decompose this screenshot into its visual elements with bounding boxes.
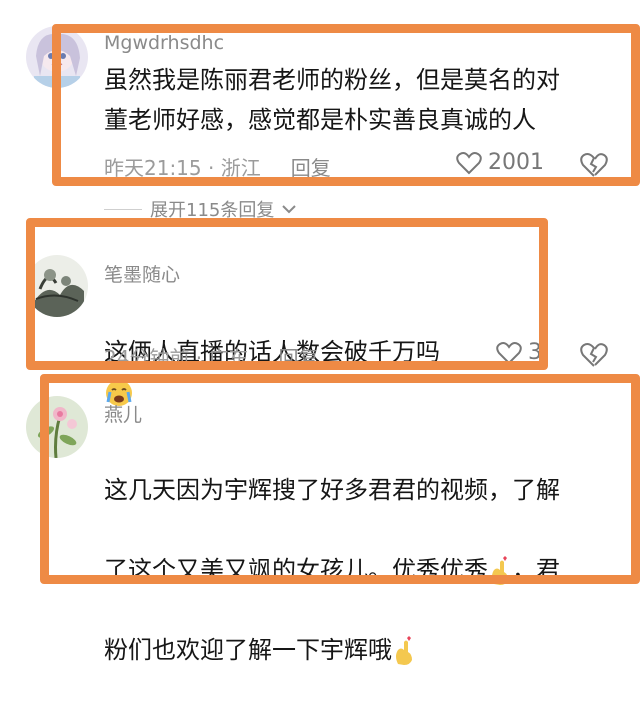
comment-time-location: 昨天21:15 · 浙江 [104,156,261,180]
like-count: 3 [528,340,542,365]
comment-meta: 24分钟前 · 广东 回复 [104,342,319,371]
expand-replies-button[interactable]: 展开115条回复 [104,196,297,222]
heart-icon [456,151,482,174]
anime-girl-avatar-icon[interactable] [26,26,88,88]
dislike-button[interactable] [580,342,608,372]
comment-text-line-3: 粉们也欢迎了解一下宇辉哦 [104,630,634,670]
comment-text-line-2a: 了这个又美又飒的女孩儿。优秀优秀 [104,556,488,584]
divider-line [104,208,142,210]
like-button[interactable]: 3 [496,340,542,365]
comment-time-location: 24分钟前 · 广东 [104,346,249,370]
comment-text-line-3a: 粉们也欢迎了解一下宇辉哦 [104,636,392,664]
comment-username[interactable]: 笔墨随心 [104,260,180,287]
comment-username[interactable]: Mgwdrhsdhc [104,32,224,54]
comment-text-line-2b: ，君 [512,556,560,584]
flower-avatar-icon[interactable] [26,396,88,458]
chevron-down-icon [282,205,297,214]
like-count: 2001 [488,150,544,175]
ink-painting-avatar-icon[interactable] [26,255,88,317]
comment-text: 这几天因为宇辉搜了好多君君的视频，了解 了这个又美又飒的女孩儿。优秀优秀 ，君 粉… [104,430,634,710]
reply-button[interactable]: 回复 [291,156,331,180]
hand-heart-emoji-icon [396,636,412,665]
comment-username[interactable]: 燕儿 [104,400,142,427]
reply-button[interactable]: 回复 [279,346,319,370]
comment-text-line-1: 这几天因为宇辉搜了好多君君的视频，了解 [104,476,560,504]
broken-heart-icon [580,343,608,367]
heart-icon [496,341,522,364]
like-button[interactable]: 2001 [456,150,544,175]
comment-text: 虽然我是陈丽君老师的粉丝，但是莫名的对 董老师好感，感觉都是朴实善良真诚的人 [104,66,560,134]
dislike-button[interactable] [580,152,608,182]
comment-meta: 昨天21:15 · 浙江 回复 [104,152,331,181]
expand-replies-label: 展开115条回复 [150,200,275,221]
comment-text-line-2: 了这个又美又飒的女孩儿。优秀优秀 ，君 [104,550,634,590]
hand-heart-emoji-icon [492,556,508,585]
broken-heart-icon [580,153,608,177]
